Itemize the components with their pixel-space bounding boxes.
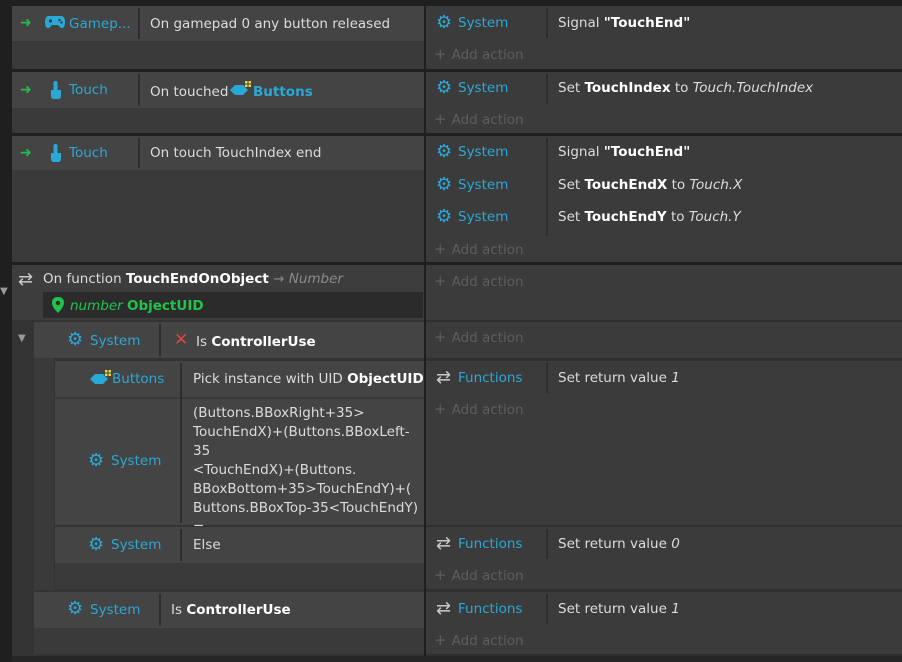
trigger-arrow-icon: ➜ xyxy=(20,145,32,161)
action-object[interactable]: Functions xyxy=(458,535,522,553)
add-action-link[interactable]: + Add action xyxy=(434,45,524,64)
gear-icon: ⚙ xyxy=(67,598,84,619)
collapse-triangle-icon[interactable]: ▼ xyxy=(0,286,8,297)
action-text[interactable]: Signal "TouchEnd" xyxy=(558,143,690,161)
gear-icon: ⚙ xyxy=(436,77,453,98)
add-action-link[interactable]: + Add action xyxy=(434,400,524,419)
action-text[interactable]: Set return value 1 xyxy=(558,369,680,387)
map-pin-icon xyxy=(52,297,64,313)
functions-loop-icon: ⇄ xyxy=(436,598,452,619)
action-text[interactable]: Signal "TouchEnd" xyxy=(558,14,690,32)
add-action-link[interactable]: + Add action xyxy=(434,240,524,259)
event-sheet: { "events": { "e1": { "obj": "Gamep...",… xyxy=(0,0,902,662)
action-text[interactable]: Set TouchIndex to Touch.TouchIndex xyxy=(558,79,813,97)
function-loop-icon: ⇄ xyxy=(18,269,34,290)
gear-icon: ⚙ xyxy=(88,534,105,555)
touch-icon xyxy=(48,80,64,100)
add-action-link[interactable]: + Add action xyxy=(434,110,524,129)
parameter-text[interactable]: number ObjectUID xyxy=(70,297,204,315)
condition-text[interactable]: Is ControllerUse xyxy=(196,333,316,351)
gear-icon: ⚙ xyxy=(436,12,453,33)
condition-text[interactable]: On gamepad 0 any button released xyxy=(150,15,390,33)
gear-icon: ⚙ xyxy=(88,450,105,471)
touch-icon xyxy=(48,143,64,163)
action-text[interactable]: Set return value 1 xyxy=(558,600,680,618)
buttons-sprite-icon xyxy=(228,80,252,100)
object-name[interactable]: System xyxy=(111,452,161,470)
action-object[interactable]: System xyxy=(458,143,508,161)
collapse-triangle-icon[interactable]: ▼ xyxy=(18,333,26,344)
trigger-arrow-icon: ➜ xyxy=(20,82,32,98)
gear-icon: ⚙ xyxy=(436,141,453,162)
action-object[interactable]: System xyxy=(458,79,508,97)
action-text[interactable]: Set TouchEndY to Touch.Y xyxy=(558,208,741,226)
object-name[interactable]: Gamep... xyxy=(69,15,131,33)
invert-x-icon: ✕ xyxy=(174,330,189,350)
condition-text[interactable]: Pick instance with UID ObjectUID xyxy=(193,370,424,388)
trigger-arrow-icon: ➜ xyxy=(20,15,32,31)
gear-icon: ⚙ xyxy=(436,174,453,195)
object-name[interactable]: System xyxy=(90,601,140,619)
functions-loop-icon: ⇄ xyxy=(436,533,452,554)
action-text[interactable]: Set TouchEndX to Touch.X xyxy=(558,176,742,194)
object-name[interactable]: Touch xyxy=(69,81,108,99)
action-object[interactable]: System xyxy=(458,14,508,32)
function-signature[interactable]: On function TouchEndOnObject → Number xyxy=(43,270,343,288)
add-action-link[interactable]: + Add action xyxy=(434,631,524,650)
object-name[interactable]: System xyxy=(90,332,140,350)
action-object[interactable]: Functions xyxy=(458,369,522,387)
condition-text[interactable]: On touched xyxy=(150,83,228,101)
condition-text[interactable]: Else xyxy=(193,536,221,554)
condition-text[interactable]: Is ControllerUse xyxy=(171,601,291,619)
object-name[interactable]: Touch xyxy=(69,144,108,162)
action-text[interactable]: Set return value 0 xyxy=(558,535,680,553)
condition-object[interactable]: Buttons xyxy=(253,83,313,101)
action-object[interactable]: Functions xyxy=(458,600,522,618)
object-name[interactable]: Buttons xyxy=(112,370,164,388)
bottom-border xyxy=(12,656,902,662)
add-action-link[interactable]: + Add action xyxy=(434,328,524,347)
add-action-link[interactable]: + Add action xyxy=(434,272,524,291)
buttons-sprite-icon xyxy=(88,369,112,389)
functions-loop-icon: ⇄ xyxy=(436,367,452,388)
action-object[interactable]: System xyxy=(458,176,508,194)
gear-icon: ⚙ xyxy=(436,206,453,227)
gear-icon: ⚙ xyxy=(67,329,84,350)
condition-text[interactable]: On touch TouchIndex end xyxy=(150,144,322,162)
add-action-link[interactable]: + Add action xyxy=(434,566,524,585)
gamepad-icon xyxy=(44,14,66,32)
object-name[interactable]: System xyxy=(111,536,161,554)
action-object[interactable]: System xyxy=(458,208,508,226)
